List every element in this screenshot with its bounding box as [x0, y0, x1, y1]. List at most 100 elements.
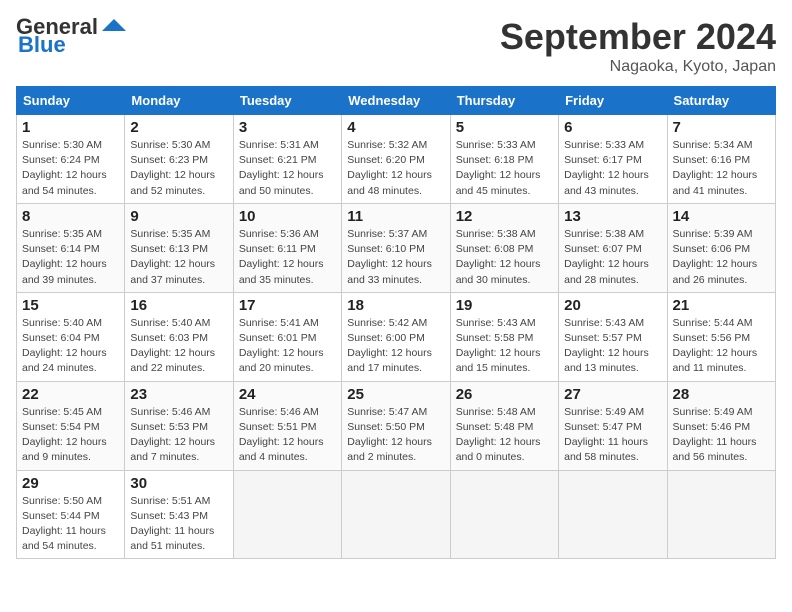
day-cell: 26 Sunrise: 5:48 AM Sunset: 5:48 PM Dayli…	[450, 381, 558, 470]
day-number: 25	[347, 386, 444, 403]
day-cell: 20 Sunrise: 5:43 AM Sunset: 5:57 PM Dayli…	[559, 292, 667, 381]
day-info: Sunrise: 5:50 AM Sunset: 5:44 PM Dayligh…	[22, 494, 119, 555]
day-info: Sunrise: 5:41 AM Sunset: 6:01 PM Dayligh…	[239, 316, 336, 377]
day-number: 22	[22, 386, 119, 403]
column-header-friday: Friday	[559, 87, 667, 115]
day-cell	[233, 470, 341, 559]
day-info: Sunrise: 5:38 AM Sunset: 6:08 PM Dayligh…	[456, 227, 553, 288]
day-number: 27	[564, 386, 661, 403]
day-cell: 14Sunrise: 5:39 AM Sunset: 6:06 PM Dayli…	[667, 203, 775, 292]
day-cell: 22 Sunrise: 5:45 AM Sunset: 5:54 PM Dayli…	[17, 381, 125, 470]
week-row-5: 29 Sunrise: 5:50 AM Sunset: 5:44 PM Dayli…	[17, 470, 776, 559]
month-title: September 2024	[500, 16, 776, 58]
day-cell: 23 Sunrise: 5:46 AM Sunset: 5:53 PM Dayli…	[125, 381, 233, 470]
day-cell	[450, 470, 558, 559]
day-info: Sunrise: 5:31 AM Sunset: 6:21 PM Dayligh…	[239, 138, 336, 199]
day-number: 12	[456, 208, 553, 225]
day-number: 2	[130, 119, 227, 136]
day-number: 1	[22, 119, 119, 136]
day-info: Sunrise: 5:35 AM Sunset: 6:14 PM Dayligh…	[22, 227, 119, 288]
day-info: Sunrise: 5:40 AM Sunset: 6:03 PM Dayligh…	[130, 316, 227, 377]
day-number: 10	[239, 208, 336, 225]
column-header-wednesday: Wednesday	[342, 87, 450, 115]
week-row-2: 8 Sunrise: 5:35 AM Sunset: 6:14 PM Daylig…	[17, 203, 776, 292]
day-cell: 27 Sunrise: 5:49 AM Sunset: 5:47 PM Dayli…	[559, 381, 667, 470]
day-number: 30	[130, 475, 227, 492]
day-info: Sunrise: 5:40 AM Sunset: 6:04 PM Dayligh…	[22, 316, 119, 377]
day-info: Sunrise: 5:49 AM Sunset: 5:47 PM Dayligh…	[564, 405, 661, 466]
day-cell: 4Sunrise: 5:32 AM Sunset: 6:20 PM Daylig…	[342, 115, 450, 204]
column-header-tuesday: Tuesday	[233, 87, 341, 115]
logo: General Blue	[16, 16, 130, 56]
column-header-monday: Monday	[125, 87, 233, 115]
title-area: September 2024 Nagaoka, Kyoto, Japan	[500, 16, 776, 76]
day-cell: 21 Sunrise: 5:44 AM Sunset: 5:56 PM Dayli…	[667, 292, 775, 381]
day-number: 11	[347, 208, 444, 225]
week-row-4: 22 Sunrise: 5:45 AM Sunset: 5:54 PM Dayli…	[17, 381, 776, 470]
day-cell: 28Sunrise: 5:49 AM Sunset: 5:46 PM Dayli…	[667, 381, 775, 470]
day-cell: 8 Sunrise: 5:35 AM Sunset: 6:14 PM Daylig…	[17, 203, 125, 292]
day-cell: 29 Sunrise: 5:50 AM Sunset: 5:44 PM Dayli…	[17, 470, 125, 559]
day-info: Sunrise: 5:30 AM Sunset: 6:24 PM Dayligh…	[22, 138, 119, 199]
day-number: 5	[456, 119, 553, 136]
day-cell	[559, 470, 667, 559]
day-info: Sunrise: 5:37 AM Sunset: 6:10 PM Dayligh…	[347, 227, 444, 288]
day-info: Sunrise: 5:48 AM Sunset: 5:48 PM Dayligh…	[456, 405, 553, 466]
day-cell: 6Sunrise: 5:33 AM Sunset: 6:17 PM Daylig…	[559, 115, 667, 204]
day-info: Sunrise: 5:47 AM Sunset: 5:50 PM Dayligh…	[347, 405, 444, 466]
day-number: 14	[673, 208, 770, 225]
day-cell: 19 Sunrise: 5:43 AM Sunset: 5:58 PM Dayli…	[450, 292, 558, 381]
day-info: Sunrise: 5:38 AM Sunset: 6:07 PM Dayligh…	[564, 227, 661, 288]
day-info: Sunrise: 5:33 AM Sunset: 6:18 PM Dayligh…	[456, 138, 553, 199]
logo-blue-text: Blue	[18, 34, 66, 56]
day-info: Sunrise: 5:51 AM Sunset: 5:43 PM Dayligh…	[130, 494, 227, 555]
day-cell: 16Sunrise: 5:40 AM Sunset: 6:03 PM Dayli…	[125, 292, 233, 381]
column-header-thursday: Thursday	[450, 87, 558, 115]
day-info: Sunrise: 5:43 AM Sunset: 5:57 PM Dayligh…	[564, 316, 661, 377]
day-cell: 11 Sunrise: 5:37 AM Sunset: 6:10 PM Dayli…	[342, 203, 450, 292]
day-cell: 5 Sunrise: 5:33 AM Sunset: 6:18 PM Daylig…	[450, 115, 558, 204]
day-cell	[342, 470, 450, 559]
day-info: Sunrise: 5:33 AM Sunset: 6:17 PM Dayligh…	[564, 138, 661, 199]
day-number: 17	[239, 297, 336, 314]
day-number: 7	[673, 119, 770, 136]
week-row-1: 1 Sunrise: 5:30 AM Sunset: 6:24 PM Daylig…	[17, 115, 776, 204]
week-row-3: 15Sunrise: 5:40 AM Sunset: 6:04 PM Dayli…	[17, 292, 776, 381]
day-cell: 18 Sunrise: 5:42 AM Sunset: 6:00 PM Dayli…	[342, 292, 450, 381]
day-number: 3	[239, 119, 336, 136]
header: General Blue September 2024 Nagaoka, Kyo…	[16, 16, 776, 76]
day-cell: 1 Sunrise: 5:30 AM Sunset: 6:24 PM Daylig…	[17, 115, 125, 204]
day-number: 13	[564, 208, 661, 225]
day-info: Sunrise: 5:44 AM Sunset: 5:56 PM Dayligh…	[673, 316, 770, 377]
day-number: 21	[673, 297, 770, 314]
column-header-saturday: Saturday	[667, 87, 775, 115]
day-cell: 25 Sunrise: 5:47 AM Sunset: 5:50 PM Dayli…	[342, 381, 450, 470]
day-cell	[667, 470, 775, 559]
location-title: Nagaoka, Kyoto, Japan	[500, 58, 776, 76]
day-info: Sunrise: 5:34 AM Sunset: 6:16 PM Dayligh…	[673, 138, 770, 199]
day-number: 9	[130, 208, 227, 225]
day-cell: 3 Sunrise: 5:31 AM Sunset: 6:21 PM Daylig…	[233, 115, 341, 204]
day-number: 4	[347, 119, 444, 136]
day-number: 26	[456, 386, 553, 403]
day-cell: 12 Sunrise: 5:38 AM Sunset: 6:08 PM Dayli…	[450, 203, 558, 292]
day-info: Sunrise: 5:46 AM Sunset: 5:53 PM Dayligh…	[130, 405, 227, 466]
day-number: 19	[456, 297, 553, 314]
day-info: Sunrise: 5:46 AM Sunset: 5:51 PM Dayligh…	[239, 405, 336, 466]
logo-arrow-icon	[100, 15, 130, 35]
day-info: Sunrise: 5:43 AM Sunset: 5:58 PM Dayligh…	[456, 316, 553, 377]
day-number: 20	[564, 297, 661, 314]
day-info: Sunrise: 5:36 AM Sunset: 6:11 PM Dayligh…	[239, 227, 336, 288]
day-cell: 2Sunrise: 5:30 AM Sunset: 6:23 PM Daylig…	[125, 115, 233, 204]
day-number: 8	[22, 208, 119, 225]
day-cell: 9Sunrise: 5:35 AM Sunset: 6:13 PM Daylig…	[125, 203, 233, 292]
calendar-header-row: SundayMondayTuesdayWednesdayThursdayFrid…	[17, 87, 776, 115]
calendar: SundayMondayTuesdayWednesdayThursdayFrid…	[16, 86, 776, 559]
day-info: Sunrise: 5:42 AM Sunset: 6:00 PM Dayligh…	[347, 316, 444, 377]
day-info: Sunrise: 5:45 AM Sunset: 5:54 PM Dayligh…	[22, 405, 119, 466]
day-number: 18	[347, 297, 444, 314]
day-info: Sunrise: 5:49 AM Sunset: 5:46 PM Dayligh…	[673, 405, 770, 466]
day-number: 23	[130, 386, 227, 403]
day-cell: 13 Sunrise: 5:38 AM Sunset: 6:07 PM Dayli…	[559, 203, 667, 292]
day-number: 29	[22, 475, 119, 492]
